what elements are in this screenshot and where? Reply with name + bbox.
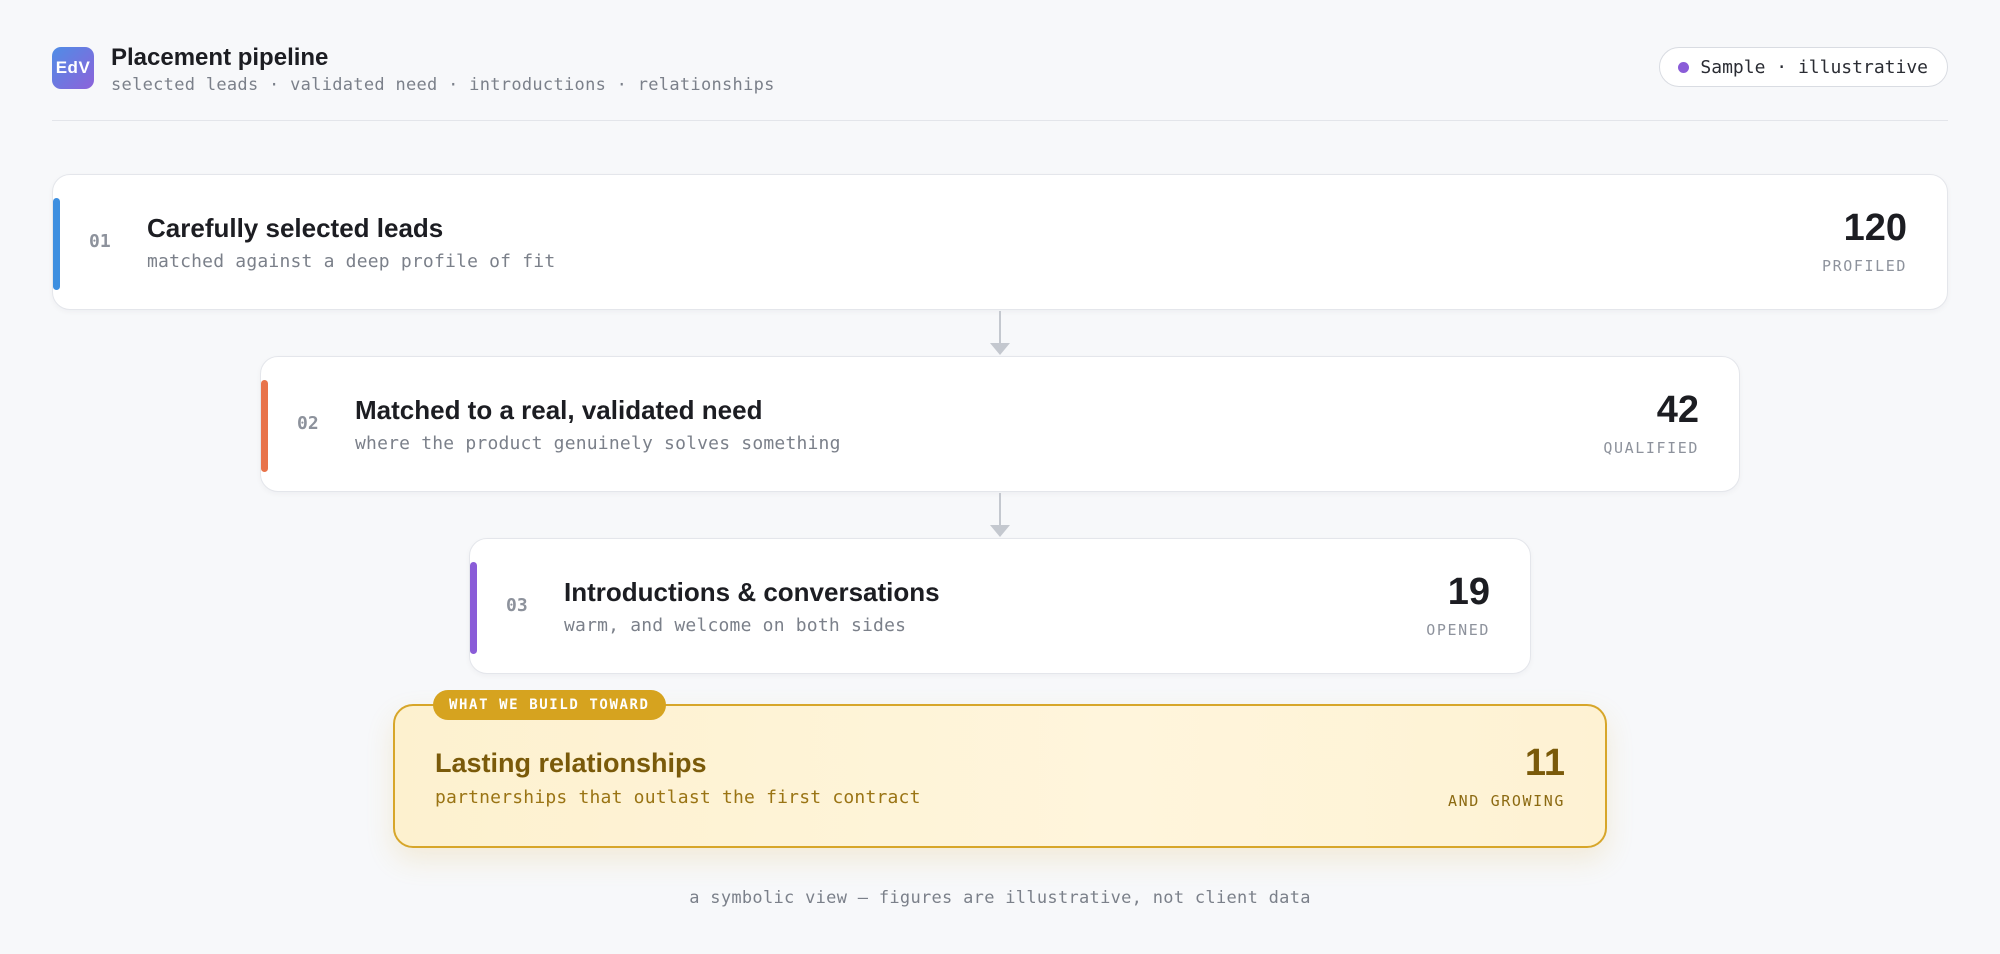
goal-tag: WHAT WE BUILD TOWARD	[433, 690, 666, 720]
stage-description: where the product genuinely solves somet…	[355, 433, 841, 454]
stage-title: Carefully selected leads	[147, 213, 444, 243]
stage-count-unit: PROFILED	[1821, 257, 1907, 275]
status-dot-icon	[1678, 62, 1690, 73]
page-header: EdV Placement pipeline selected leads · …	[52, 44, 1948, 122]
page-title: Placement pipeline	[111, 44, 329, 71]
sample-badge: Sample · illustrative	[1659, 47, 1948, 87]
pipeline-stage-leads: 01 Carefully selected leads matched agai…	[52, 174, 1948, 310]
flow-arrow-icon	[990, 493, 1010, 537]
sample-badge-label: Sample · illustrative	[1700, 56, 1928, 78]
pipeline-stage-introductions: 03 Introductions & conversations warm, a…	[469, 538, 1531, 674]
stage-accent-bar	[53, 198, 60, 290]
goal-count: 11	[1524, 742, 1565, 784]
goal-title: Lasting relationships	[435, 748, 707, 778]
stage-accent-bar	[261, 380, 268, 472]
stage-number: 02	[297, 413, 319, 434]
stage-number: 03	[506, 595, 528, 616]
goal-count-unit: AND GROWING	[1448, 792, 1565, 810]
footnote: a symbolic view — figures are illustrati…	[689, 888, 1311, 908]
stage-count: 120	[1843, 207, 1907, 249]
header-divider	[52, 120, 1948, 121]
stage-description: matched against a deep profile of fit	[147, 251, 556, 272]
stage-count-unit: OPENED	[1426, 621, 1490, 639]
page-subtitle: selected leads · validated need · introd…	[111, 75, 775, 95]
stage-description: warm, and welcome on both sides	[564, 615, 907, 636]
stage-count-unit: QUALIFIED	[1603, 439, 1699, 457]
pipeline-stage-validated-need: 02 Matched to a real, validated need whe…	[260, 356, 1740, 492]
flow-arrow-icon	[990, 311, 1010, 355]
stage-count: 42	[1656, 389, 1699, 431]
stage-title: Introductions & conversations	[564, 577, 940, 607]
stage-number: 01	[89, 231, 111, 252]
stage-title: Matched to a real, validated need	[355, 395, 763, 425]
pipeline-goal-relationships: WHAT WE BUILD TOWARD Lasting relationshi…	[393, 690, 1607, 848]
brand-logo: EdV	[52, 47, 94, 89]
goal-description: partnerships that outlast the first cont…	[435, 787, 921, 808]
stage-accent-bar	[470, 562, 477, 654]
stage-count: 19	[1447, 571, 1490, 613]
